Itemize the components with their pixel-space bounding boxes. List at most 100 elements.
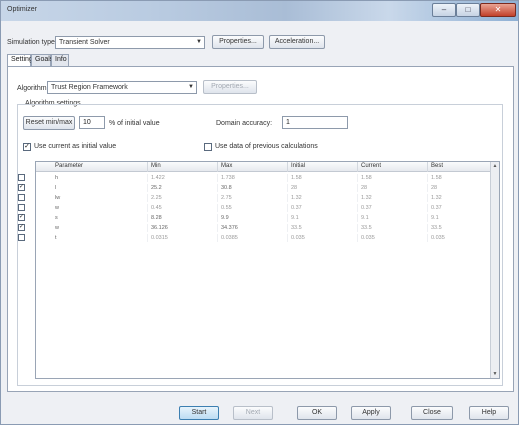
column-header-current[interactable]: Current — [358, 162, 428, 172]
min-cell[interactable]: 8.28 — [148, 214, 218, 222]
row-checkbox[interactable] — [18, 194, 25, 201]
simulation-type-label: Simulation type: — [7, 39, 57, 46]
simulation-type-select[interactable]: Transient Solver ▼ — [55, 36, 205, 49]
best-cell: 28 — [428, 184, 491, 192]
close-button[interactable]: Close — [411, 406, 453, 420]
column-header-max[interactable]: Max — [218, 162, 288, 172]
next-button[interactable]: Next — [233, 406, 273, 420]
window-title: Optimizer — [7, 6, 37, 13]
tab-info[interactable]: Info — [51, 54, 69, 66]
scroll-down-icon[interactable]: ▼ — [491, 370, 499, 378]
use-current-label: Use current as initial value — [34, 143, 117, 150]
min-cell[interactable]: 0.45 — [148, 204, 218, 212]
parameter-cell: w — [52, 204, 148, 212]
column-header-initial[interactable]: Initial — [288, 162, 358, 172]
table-row[interactable]: h 1.422 1.738 1.58 1.58 1.58 — [18, 174, 491, 182]
parameter-grid: Parameter Min Max Initial Current Best h… — [18, 161, 500, 379]
min-cell[interactable]: 25.2 — [148, 184, 218, 192]
minimize-button[interactable]: – — [432, 3, 456, 17]
use-data-label: Use data of previous calculations — [215, 143, 318, 150]
simulation-type-value: Transient Solver — [59, 39, 110, 46]
initial-cell: 28 — [288, 184, 358, 192]
best-cell: 33.5 — [428, 224, 491, 232]
max-cell[interactable]: 9.9 — [218, 214, 288, 222]
scroll-up-icon[interactable]: ▲ — [491, 162, 499, 170]
use-data-checkbox[interactable] — [204, 143, 212, 151]
maximize-button[interactable]: □ — [456, 3, 480, 17]
row-checkbox[interactable]: ✓ — [18, 184, 25, 191]
parameter-cell: l — [52, 184, 148, 192]
simulation-properties-button[interactable]: Properties... — [212, 35, 264, 49]
tab-goals[interactable]: Goals — [31, 54, 53, 66]
column-header-best[interactable]: Best — [428, 162, 491, 172]
best-cell: 1.58 — [428, 174, 491, 182]
row-checkbox[interactable] — [18, 234, 25, 241]
help-button[interactable]: Help — [469, 406, 509, 420]
initial-cell: 0.035 — [288, 234, 358, 242]
title-bar[interactable]: Optimizer – □ ✕ — [1, 1, 518, 21]
chevron-down-icon: ▼ — [188, 84, 194, 90]
current-cell: 9.1 — [358, 214, 428, 222]
initial-cell: 0.37 — [288, 204, 358, 212]
min-cell[interactable]: 36.126 — [148, 224, 218, 232]
column-header-min[interactable]: Min — [148, 162, 218, 172]
reset-percent-input[interactable]: 10 — [79, 116, 105, 129]
initial-cell: 1.32 — [288, 194, 358, 202]
apply-button[interactable]: Apply — [351, 406, 391, 420]
max-cell[interactable]: 34.376 — [218, 224, 288, 232]
acceleration-button[interactable]: Acceleration... — [269, 35, 325, 49]
parameter-cell: lw — [52, 194, 148, 202]
initial-cell: 1.58 — [288, 174, 358, 182]
table-row[interactable]: ✓ w 36.126 34.376 33.5 33.5 33.5 — [18, 224, 491, 232]
domain-accuracy-input[interactable]: 1 — [282, 116, 348, 129]
table-row[interactable]: ✓ s 8.28 9.9 9.1 9.1 9.1 — [18, 214, 491, 222]
ok-button[interactable]: OK — [297, 406, 337, 420]
chevron-down-icon: ▼ — [196, 39, 202, 45]
current-cell: 0.37 — [358, 204, 428, 212]
max-cell[interactable]: 2.75 — [218, 194, 288, 202]
table-row[interactable]: w 0.45 0.55 0.37 0.37 0.37 — [18, 204, 491, 212]
current-cell: 0.035 — [358, 234, 428, 242]
best-cell: 0.37 — [428, 204, 491, 212]
optimizer-window: Optimizer – □ ✕ Simulation type: Transie… — [0, 0, 519, 425]
table-row[interactable]: t 0.0315 0.0385 0.035 0.035 0.035 — [18, 234, 491, 242]
current-cell: 1.58 — [358, 174, 428, 182]
parameter-cell: w — [52, 224, 148, 232]
initial-cell: 9.1 — [288, 214, 358, 222]
max-cell[interactable]: 0.0385 — [218, 234, 288, 242]
min-cell[interactable]: 1.422 — [148, 174, 218, 182]
initial-cell: 33.5 — [288, 224, 358, 232]
current-cell: 33.5 — [358, 224, 428, 232]
row-checkbox[interactable]: ✓ — [18, 214, 25, 221]
close-window-button[interactable]: ✕ — [480, 3, 516, 17]
use-current-checkbox[interactable]: ✓ — [23, 143, 31, 151]
row-checkbox[interactable]: ✓ — [18, 224, 25, 231]
table-row[interactable]: lw 2.25 2.75 1.32 1.32 1.32 — [18, 194, 491, 202]
reset-min-max-button[interactable]: Reset min/max — [23, 116, 75, 130]
parameter-cell: t — [52, 234, 148, 242]
table-row[interactable]: ✓ l 25.2 30.8 28 28 28 — [18, 184, 491, 192]
column-header-parameter[interactable]: Parameter — [52, 162, 148, 172]
algorithm-select[interactable]: Trust Region Framework ▼ — [47, 81, 197, 94]
best-cell: 9.1 — [428, 214, 491, 222]
grid-scrollbar[interactable]: ▲ ▼ — [490, 162, 499, 378]
parameter-cell: h — [52, 174, 148, 182]
current-cell: 28 — [358, 184, 428, 192]
min-cell[interactable]: 2.25 — [148, 194, 218, 202]
algorithm-value: Trust Region Framework — [51, 84, 128, 91]
best-cell: 0.035 — [428, 234, 491, 242]
best-cell: 1.32 — [428, 194, 491, 202]
max-cell[interactable]: 1.738 — [218, 174, 288, 182]
algorithm-label: Algorithm: — [17, 85, 49, 92]
domain-accuracy-label: Domain accuracy: — [216, 120, 273, 127]
current-cell: 1.32 — [358, 194, 428, 202]
algorithm-properties-button[interactable]: Properties... — [203, 80, 257, 94]
row-checkbox[interactable] — [18, 204, 25, 211]
reset-percent-suffix: % of initial value — [109, 120, 160, 127]
grid-header: Parameter Min Max Initial Current Best — [36, 162, 491, 172]
max-cell[interactable]: 0.55 — [218, 204, 288, 212]
max-cell[interactable]: 30.8 — [218, 184, 288, 192]
start-button[interactable]: Start — [179, 406, 219, 420]
row-checkbox[interactable] — [18, 174, 25, 181]
min-cell[interactable]: 0.0315 — [148, 234, 218, 242]
